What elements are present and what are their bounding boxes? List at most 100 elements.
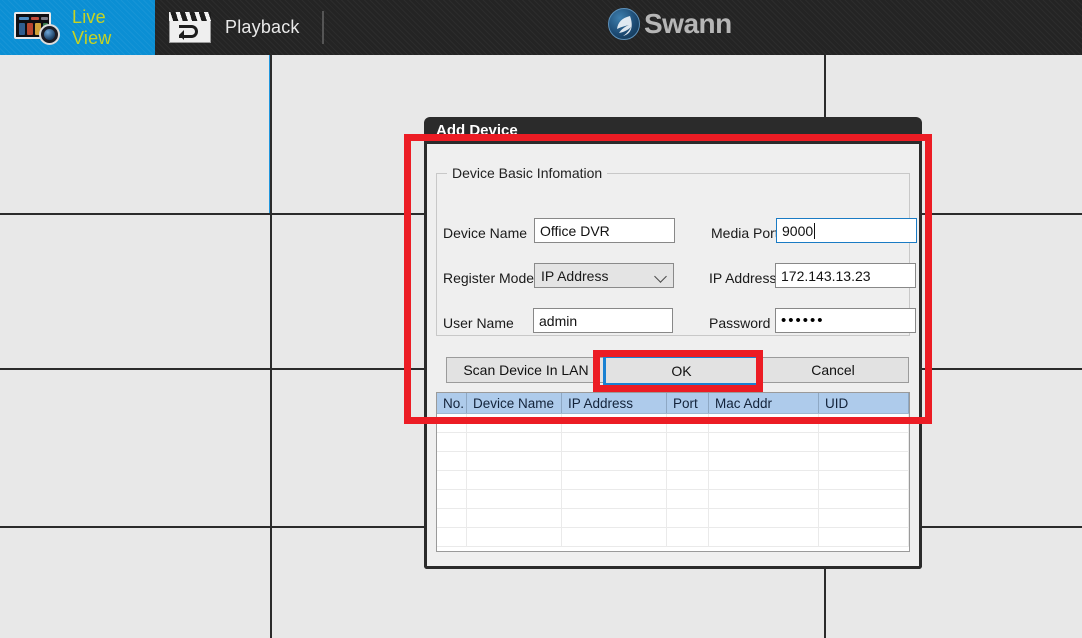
device-name-value: Office DVR [540, 223, 610, 239]
table-row[interactable] [437, 414, 909, 433]
user-name-value: admin [539, 313, 577, 329]
cancel-button-label: Cancel [811, 362, 855, 378]
table-cell [467, 528, 562, 546]
tab-live-view[interactable]: Live View [0, 0, 155, 55]
monitor-camera-icon [14, 12, 60, 44]
register-mode-label: Register Mode [443, 270, 534, 286]
table-cell [667, 414, 709, 432]
tab-live-view-label: Live View [72, 7, 133, 49]
video-pane-selected[interactable] [0, 55, 271, 215]
table-column-header[interactable]: Mac Addr [709, 393, 819, 413]
clapperboard-rewind-icon [169, 12, 213, 44]
device-name-label: Device Name [443, 225, 527, 241]
tab-playback[interactable]: Playback [155, 0, 325, 55]
table-cell [709, 433, 819, 451]
ip-address-label: IP Address [709, 270, 776, 286]
table-cell [709, 414, 819, 432]
table-cell [437, 452, 467, 470]
table-cell [667, 471, 709, 489]
chevron-down-icon [654, 270, 667, 283]
table-cell [667, 452, 709, 470]
table-cell [562, 471, 667, 489]
table-cell [819, 509, 909, 527]
table-row[interactable] [437, 471, 909, 490]
table-cell [467, 490, 562, 508]
table-cell [667, 490, 709, 508]
table-cell [562, 452, 667, 470]
table-row[interactable] [437, 433, 909, 452]
user-name-label: User Name [443, 315, 514, 331]
device-name-input[interactable]: Office DVR [534, 218, 675, 243]
table-row[interactable] [437, 490, 909, 509]
table-cell [819, 490, 909, 508]
password-value: •••••• [781, 312, 825, 329]
table-row[interactable] [437, 528, 909, 547]
cancel-button[interactable]: Cancel [757, 357, 909, 383]
dialog-title-bar: Add Device [424, 117, 922, 144]
table-column-header[interactable]: Port [667, 393, 709, 413]
table-cell [437, 528, 467, 546]
table-cell [819, 528, 909, 546]
table-cell [562, 509, 667, 527]
tab-playback-label: Playback [225, 17, 300, 38]
table-cell [437, 509, 467, 527]
top-navigation-bar: Live View Playback Swann [0, 0, 1082, 55]
table-cell [437, 490, 467, 508]
table-cell [819, 433, 909, 451]
table-cell [667, 528, 709, 546]
user-name-input[interactable]: admin [533, 308, 673, 333]
table-cell [562, 528, 667, 546]
ok-button-label: OK [671, 363, 691, 379]
scan-device-in-lan-button[interactable]: Scan Device In LAN [446, 357, 606, 383]
table-cell [709, 490, 819, 508]
dialog-title-text: Add Device [436, 122, 518, 139]
swann-logo: Swann [608, 8, 732, 40]
table-row[interactable] [437, 452, 909, 471]
table-cell [437, 433, 467, 451]
table-cell [709, 452, 819, 470]
add-device-dialog: Add Device Device Basic Infomation Devic… [424, 144, 922, 569]
table-cell [819, 471, 909, 489]
table-row[interactable] [437, 509, 909, 528]
table-cell [562, 490, 667, 508]
tab-divider [322, 11, 324, 44]
table-cell [467, 433, 562, 451]
scan-results-table[interactable]: No.Device NameIP AddressPortMac AddrUID [436, 392, 910, 552]
table-column-header[interactable]: UID [819, 393, 909, 413]
table-cell [437, 471, 467, 489]
table-column-header[interactable]: IP Address [562, 393, 667, 413]
swann-logo-icon [608, 8, 640, 40]
table-column-header[interactable]: Device Name [467, 393, 562, 413]
swann-logo-text: Swann [644, 8, 732, 40]
table-column-header[interactable]: No. [437, 393, 467, 413]
table-cell [562, 414, 667, 432]
media-port-input[interactable]: 9000 [776, 218, 917, 243]
media-port-label: Media Port [711, 225, 779, 241]
register-mode-value: IP Address [541, 268, 608, 284]
table-header-row: No.Device NameIP AddressPortMac AddrUID [437, 393, 909, 414]
ip-address-value: 172.143.13.23 [781, 268, 871, 284]
table-cell [437, 414, 467, 432]
group-legend: Device Basic Infomation [447, 165, 607, 181]
table-cell [562, 433, 667, 451]
table-cell [709, 471, 819, 489]
media-port-value: 9000 [782, 223, 813, 239]
table-cell [819, 414, 909, 432]
table-body [437, 414, 909, 551]
table-cell [709, 509, 819, 527]
register-mode-select[interactable]: IP Address [534, 263, 674, 288]
scan-button-label: Scan Device In LAN [463, 362, 588, 378]
ip-address-input[interactable]: 172.143.13.23 [775, 263, 916, 288]
grid-line-vertical-1 [270, 55, 272, 638]
dialog-body: Device Basic Infomation Device Name Offi… [427, 144, 919, 566]
table-cell [467, 471, 562, 489]
text-cursor [814, 223, 815, 239]
password-label: Password [709, 315, 770, 331]
table-cell [467, 509, 562, 527]
table-cell [709, 528, 819, 546]
password-input[interactable]: •••••• [775, 308, 916, 333]
ok-button[interactable]: OK [603, 355, 760, 386]
table-cell [467, 414, 562, 432]
application-window: Live View Playback Swann [0, 0, 1082, 638]
table-cell [667, 433, 709, 451]
